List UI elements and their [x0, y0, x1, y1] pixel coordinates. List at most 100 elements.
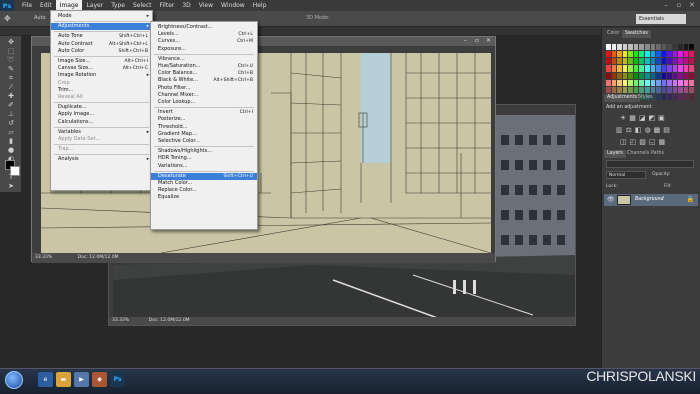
image-menu-item-variables[interactable]: Variables ▸ — [51, 129, 152, 136]
swatch[interactable] — [683, 44, 689, 51]
swatch[interactable] — [628, 86, 633, 93]
swatch[interactable] — [656, 72, 661, 79]
tab-paths[interactable]: Paths — [648, 150, 667, 158]
adjustments-item-shadows-highlights[interactable]: Shadows/Highlights... — [151, 148, 257, 155]
swatch[interactable] — [639, 86, 644, 93]
swatch[interactable] — [650, 58, 656, 65]
swatch[interactable] — [617, 44, 622, 51]
swatch[interactable] — [606, 51, 611, 58]
quick-select-tool-icon[interactable]: ✎ — [4, 65, 18, 74]
swatch[interactable] — [678, 44, 683, 51]
swatch[interactable] — [639, 79, 644, 86]
healing-brush-icon[interactable]: ✚ — [4, 92, 18, 101]
image-menu-item-apply-image[interactable]: Apply Image... — [51, 111, 152, 118]
swatch[interactable] — [672, 93, 678, 100]
close-icon[interactable]: ✕ — [686, 0, 698, 11]
swatch[interactable] — [661, 44, 667, 51]
clone-stamp-icon[interactable]: ⊥ — [4, 110, 18, 119]
swatch[interactable] — [683, 65, 689, 72]
swatch[interactable] — [683, 93, 689, 100]
swatch[interactable] — [656, 86, 661, 93]
ie-icon[interactable]: e — [38, 372, 53, 387]
swatch[interactable] — [628, 58, 633, 65]
history-brush-icon[interactable]: ↺ — [4, 119, 18, 128]
marquee-tool-icon[interactable]: ⬚ — [4, 47, 18, 56]
swatch[interactable] — [672, 79, 678, 86]
swatch[interactable] — [661, 51, 667, 58]
menu-3d[interactable]: 3D — [178, 0, 194, 11]
image-menu-item-analysis[interactable]: Analysis ▸ — [51, 156, 152, 163]
adjustments-item-match-color[interactable]: Match Color... — [151, 180, 257, 187]
adjustments-item-vibrance[interactable]: Vibrance... — [151, 56, 257, 63]
swatch[interactable] — [667, 51, 672, 58]
swatches-grid[interactable] — [606, 44, 694, 100]
swatch[interactable] — [639, 51, 644, 58]
swatch[interactable] — [667, 72, 672, 79]
swatch[interactable] — [656, 93, 661, 100]
adjustment-icons-row1[interactable]: ☀▦◪◩▣ — [620, 114, 668, 122]
tab-styles[interactable]: Styles — [635, 94, 656, 102]
swatch[interactable] — [617, 58, 622, 65]
swatch[interactable] — [650, 79, 656, 86]
swatch[interactable] — [661, 58, 667, 65]
swatch[interactable] — [683, 86, 689, 93]
swatch[interactable] — [639, 65, 644, 72]
swatch[interactable] — [628, 72, 633, 79]
swatch[interactable] — [633, 72, 639, 79]
adjustments-item-gradient-map[interactable]: Gradient Map... — [151, 131, 257, 138]
swatch[interactable] — [667, 65, 672, 72]
adjustment-icons-row2[interactable]: ▥⚖◧◍▩▤ — [616, 126, 673, 134]
swatch[interactable] — [639, 44, 644, 51]
swatch[interactable] — [667, 58, 672, 65]
swatch[interactable] — [611, 44, 617, 51]
zoom-level[interactable]: 33.33% — [35, 255, 52, 260]
folder-icon[interactable]: ▬ — [56, 372, 71, 387]
swatch[interactable] — [650, 51, 656, 58]
swatch[interactable] — [689, 72, 694, 79]
swatch[interactable] — [683, 51, 689, 58]
adjustments-item-curves[interactable]: Curves... Ctrl+M — [151, 38, 257, 45]
swatch[interactable] — [611, 65, 617, 72]
swatch[interactable] — [689, 51, 694, 58]
eraser-tool-icon[interactable]: ▱ — [4, 128, 18, 137]
blur-tool-icon[interactable]: ● — [4, 146, 18, 155]
eye-visibility-icon[interactable]: 👁 — [607, 196, 615, 203]
swatch[interactable] — [650, 65, 656, 72]
maximize-icon[interactable]: ▫ — [673, 0, 685, 11]
swatch[interactable] — [672, 58, 678, 65]
adjustments-item-color-balance[interactable]: Color Balance... Ctrl+B — [151, 70, 257, 77]
swatch[interactable] — [672, 65, 678, 72]
adjustments-item-posterize[interactable]: Posterize... — [151, 116, 257, 123]
swatch[interactable] — [689, 58, 694, 65]
swatch[interactable] — [672, 86, 678, 93]
layer-filter[interactable] — [606, 160, 694, 168]
swatch[interactable] — [656, 44, 661, 51]
swatch[interactable] — [639, 72, 644, 79]
swatch[interactable] — [678, 65, 683, 72]
swatch[interactable] — [617, 51, 622, 58]
layer-name[interactable]: Background — [635, 197, 664, 202]
swatch[interactable] — [622, 44, 628, 51]
swatch[interactable] — [661, 72, 667, 79]
swatch[interactable] — [667, 79, 672, 86]
image-menu-item-canvas-size[interactable]: Canvas Size... Alt+Ctrl+C — [51, 65, 152, 72]
image-menu-item-mode[interactable]: Mode ▸ — [51, 13, 152, 20]
swatch[interactable] — [661, 93, 667, 100]
swatch[interactable] — [611, 79, 617, 86]
adjustments-item-brightness-contrast[interactable]: Brightness/Contrast... — [151, 24, 257, 31]
menu-window[interactable]: Window — [217, 0, 249, 11]
swatch[interactable] — [678, 79, 683, 86]
adjustments-item-channel-mixer[interactable]: Channel Mixer... — [151, 92, 257, 99]
image-menu-item-adjustments[interactable]: Adjustments ▸ — [51, 23, 152, 31]
swatch[interactable] — [611, 58, 617, 65]
swatch[interactable] — [617, 79, 622, 86]
swatch[interactable] — [683, 72, 689, 79]
swatch[interactable] — [689, 65, 694, 72]
swatch[interactable] — [606, 86, 611, 93]
swatch[interactable] — [606, 65, 611, 72]
swatch[interactable] — [678, 86, 683, 93]
adjustments-item-replace-color[interactable]: Replace Color... — [151, 187, 257, 194]
photoshop-taskbar-icon[interactable]: Ps — [110, 372, 125, 387]
swatch[interactable] — [622, 79, 628, 86]
adjustments-item-invert[interactable]: Invert Ctrl+I — [151, 109, 257, 116]
